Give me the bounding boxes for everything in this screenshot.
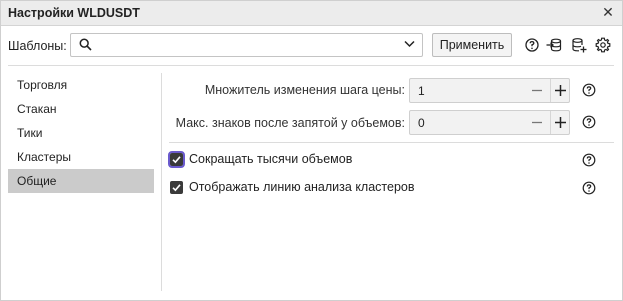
volume-decimals-label: Макс. знаков после запятой у объемов: [175, 116, 405, 130]
shorten-thousands-checkbox[interactable] [168, 151, 185, 168]
increment-icon[interactable] [550, 79, 570, 102]
section-divider [169, 142, 614, 143]
import-template-icon[interactable] [546, 37, 562, 53]
close-icon[interactable]: ✕ [600, 4, 616, 20]
settings-sidebar: Торговля Стакан Тики Кластеры Общие [8, 73, 154, 193]
volume-decimals-value: 0 [418, 116, 425, 130]
gear-icon[interactable] [595, 37, 611, 53]
panel-divider [161, 73, 162, 291]
template-search-input[interactable] [70, 33, 423, 57]
search-icon [79, 38, 92, 51]
sidebar-item-clusters[interactable]: Кластеры [8, 145, 154, 169]
sidebar-item-ticks[interactable]: Тики [8, 121, 154, 145]
sidebar-item-order-book[interactable]: Стакан [8, 97, 154, 121]
show-cluster-line-label[interactable]: Отображать линию анализа кластеров [189, 180, 415, 194]
apply-button[interactable]: Применить [432, 33, 512, 57]
shorten-thousands-label[interactable]: Сокращать тысячи объемов [189, 152, 352, 166]
settings-window: Настройки WLDUSDT ✕ Шаблоны: Применить Т… [0, 0, 623, 301]
help-icon[interactable] [524, 37, 540, 53]
templates-label: Шаблоны: [8, 39, 67, 53]
checkmark-icon [172, 184, 181, 192]
toolbar-divider [8, 65, 614, 66]
help-icon[interactable] [582, 115, 596, 129]
title-bar: Настройки WLDUSDT ✕ [1, 1, 622, 26]
help-icon[interactable] [582, 181, 596, 195]
help-icon[interactable] [582, 83, 596, 97]
price-step-multiplier-label: Множитель изменения шага цены: [204, 83, 405, 97]
sidebar-item-general[interactable]: Общие [8, 169, 154, 193]
help-icon[interactable] [582, 153, 596, 167]
decrement-icon[interactable] [527, 111, 547, 134]
window-title: Настройки WLDUSDT [8, 6, 140, 20]
chevron-down-icon[interactable] [404, 40, 415, 48]
volume-decimals-field[interactable]: 0 [409, 110, 570, 135]
checkmark-icon [172, 156, 181, 164]
save-template-icon[interactable] [571, 37, 587, 53]
price-step-multiplier-field[interactable]: 1 [409, 78, 570, 103]
price-step-multiplier-value: 1 [418, 84, 425, 98]
increment-icon[interactable] [550, 111, 570, 134]
show-cluster-line-checkbox[interactable] [170, 181, 183, 194]
sidebar-item-trading[interactable]: Торговля [8, 73, 154, 97]
decrement-icon[interactable] [527, 79, 547, 102]
